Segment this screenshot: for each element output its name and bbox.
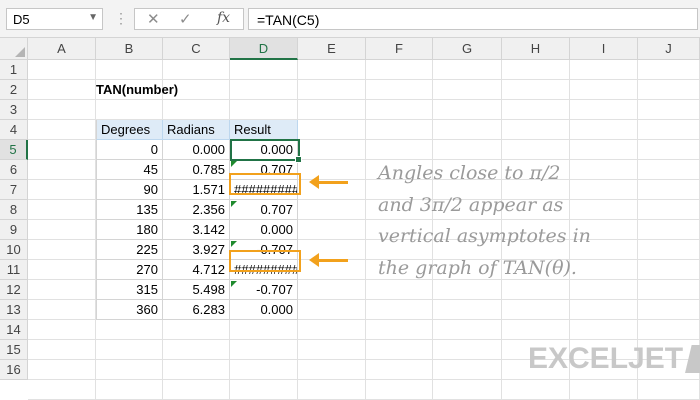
formula-buttons: ✕ ✓ fx — [134, 8, 244, 30]
row-header-9[interactable]: 9 — [0, 220, 28, 240]
formula-bar: D5 ▼ ⋮ ✕ ✓ fx =TAN(C5) — [0, 0, 700, 38]
note-line: vertical asymptotes in — [378, 225, 591, 247]
table-cell[interactable]: 3.142 — [163, 220, 230, 240]
table-cell[interactable]: 135 — [96, 200, 163, 220]
column-header-e[interactable]: E — [298, 38, 366, 60]
column-header-i[interactable]: I — [570, 38, 638, 60]
table-cell[interactable]: 0 — [96, 140, 163, 160]
table-cell[interactable]: 90 — [96, 180, 163, 200]
name-box-value: D5 — [13, 12, 30, 27]
error-indicator-icon[interactable] — [231, 161, 237, 167]
column-header-d[interactable]: D — [230, 38, 298, 60]
note-line: and 3π/2 appear as — [378, 193, 564, 216]
table-header-cell[interactable]: Radians — [163, 120, 230, 140]
grid-column-line — [365, 60, 366, 400]
column-header-c[interactable]: C — [163, 38, 230, 60]
arrow-left-icon — [309, 253, 348, 267]
table-cell[interactable]: 4.712 — [163, 260, 230, 280]
table-cell[interactable]: -0.707 — [230, 280, 298, 300]
table-cell[interactable]: 360 — [96, 300, 163, 320]
row-header-7[interactable]: 7 — [0, 180, 28, 200]
row-header-8[interactable]: 8 — [0, 200, 28, 220]
insert-function-icon[interactable]: fx — [217, 10, 230, 26]
error-highlight-d11 — [229, 250, 301, 272]
row-header-15[interactable]: 15 — [0, 340, 28, 360]
note-line: the graph of TAN(θ). — [378, 256, 577, 279]
table-cell[interactable]: 270 — [96, 260, 163, 280]
table-cell[interactable]: 0.000 — [163, 140, 230, 160]
table-cell[interactable]: 1.571 — [163, 180, 230, 200]
logo-text: EXCELJET — [528, 342, 684, 375]
column-header-a[interactable]: A — [28, 38, 96, 60]
annotation-note: Angles close to π/2 and 3π/2 appear as v… — [378, 158, 698, 284]
note-line: Angles close to π/2 — [378, 162, 561, 184]
select-all-button[interactable] — [0, 38, 28, 60]
row-header-11[interactable]: 11 — [0, 260, 28, 280]
arrow-left-icon — [309, 175, 348, 189]
table-cell[interactable]: 315 — [96, 280, 163, 300]
table-cell[interactable]: 0.785 — [163, 160, 230, 180]
row-header-3[interactable]: 3 — [0, 100, 28, 120]
column-header-b[interactable]: B — [96, 38, 163, 60]
row-header-6[interactable]: 6 — [0, 160, 28, 180]
drag-handle-icon[interactable]: ⋮ — [114, 10, 128, 27]
chevron-down-icon[interactable]: ▼ — [88, 12, 98, 23]
row-header-2[interactable]: 2 — [0, 80, 28, 100]
table-cell[interactable]: 225 — [96, 240, 163, 260]
logo-mark-icon — [685, 345, 700, 373]
table-header-cell[interactable]: Degrees — [96, 120, 163, 140]
column-header-f[interactable]: F — [366, 38, 433, 60]
enter-icon[interactable]: ✓ — [179, 10, 192, 28]
name-box[interactable]: D5 ▼ — [6, 8, 103, 30]
formula-input[interactable]: =TAN(C5) — [248, 8, 698, 30]
row-header-14[interactable]: 14 — [0, 320, 28, 340]
active-cell-selection[interactable] — [230, 139, 302, 163]
table-cell[interactable]: 3.927 — [163, 240, 230, 260]
row-header-12[interactable]: 12 — [0, 280, 28, 300]
table-cell[interactable]: 2.356 — [163, 200, 230, 220]
row-header-4[interactable]: 4 — [0, 120, 28, 140]
table-cell[interactable]: 0.707 — [230, 200, 298, 220]
table-cell[interactable]: 180 — [96, 220, 163, 240]
row-header-13[interactable]: 13 — [0, 300, 28, 320]
error-indicator-icon[interactable] — [231, 241, 237, 247]
row-header-1[interactable]: 1 — [0, 60, 28, 80]
column-header-j[interactable]: J — [638, 38, 700, 60]
table-header-cell[interactable]: Result — [230, 120, 298, 140]
cancel-icon[interactable]: ✕ — [147, 10, 160, 28]
table-cell[interactable]: 5.498 — [163, 280, 230, 300]
error-highlight-d7 — [229, 173, 301, 195]
row-header-16[interactable]: 16 — [0, 360, 28, 380]
error-indicator-icon[interactable] — [231, 201, 237, 207]
table-cell[interactable]: 0.000 — [230, 300, 298, 320]
table-cell[interactable]: 6.283 — [163, 300, 230, 320]
column-header-g[interactable]: G — [433, 38, 502, 60]
table-cell[interactable]: 45 — [96, 160, 163, 180]
sheet-title: TAN(number) — [96, 82, 179, 97]
row-header-5[interactable]: 5 — [0, 140, 28, 160]
column-header-h[interactable]: H — [502, 38, 570, 60]
row-header-10[interactable]: 10 — [0, 240, 28, 260]
table-cell[interactable]: 0.000 — [230, 220, 298, 240]
error-indicator-icon[interactable] — [231, 281, 237, 287]
exceljet-logo: EXCELJET — [528, 342, 700, 376]
